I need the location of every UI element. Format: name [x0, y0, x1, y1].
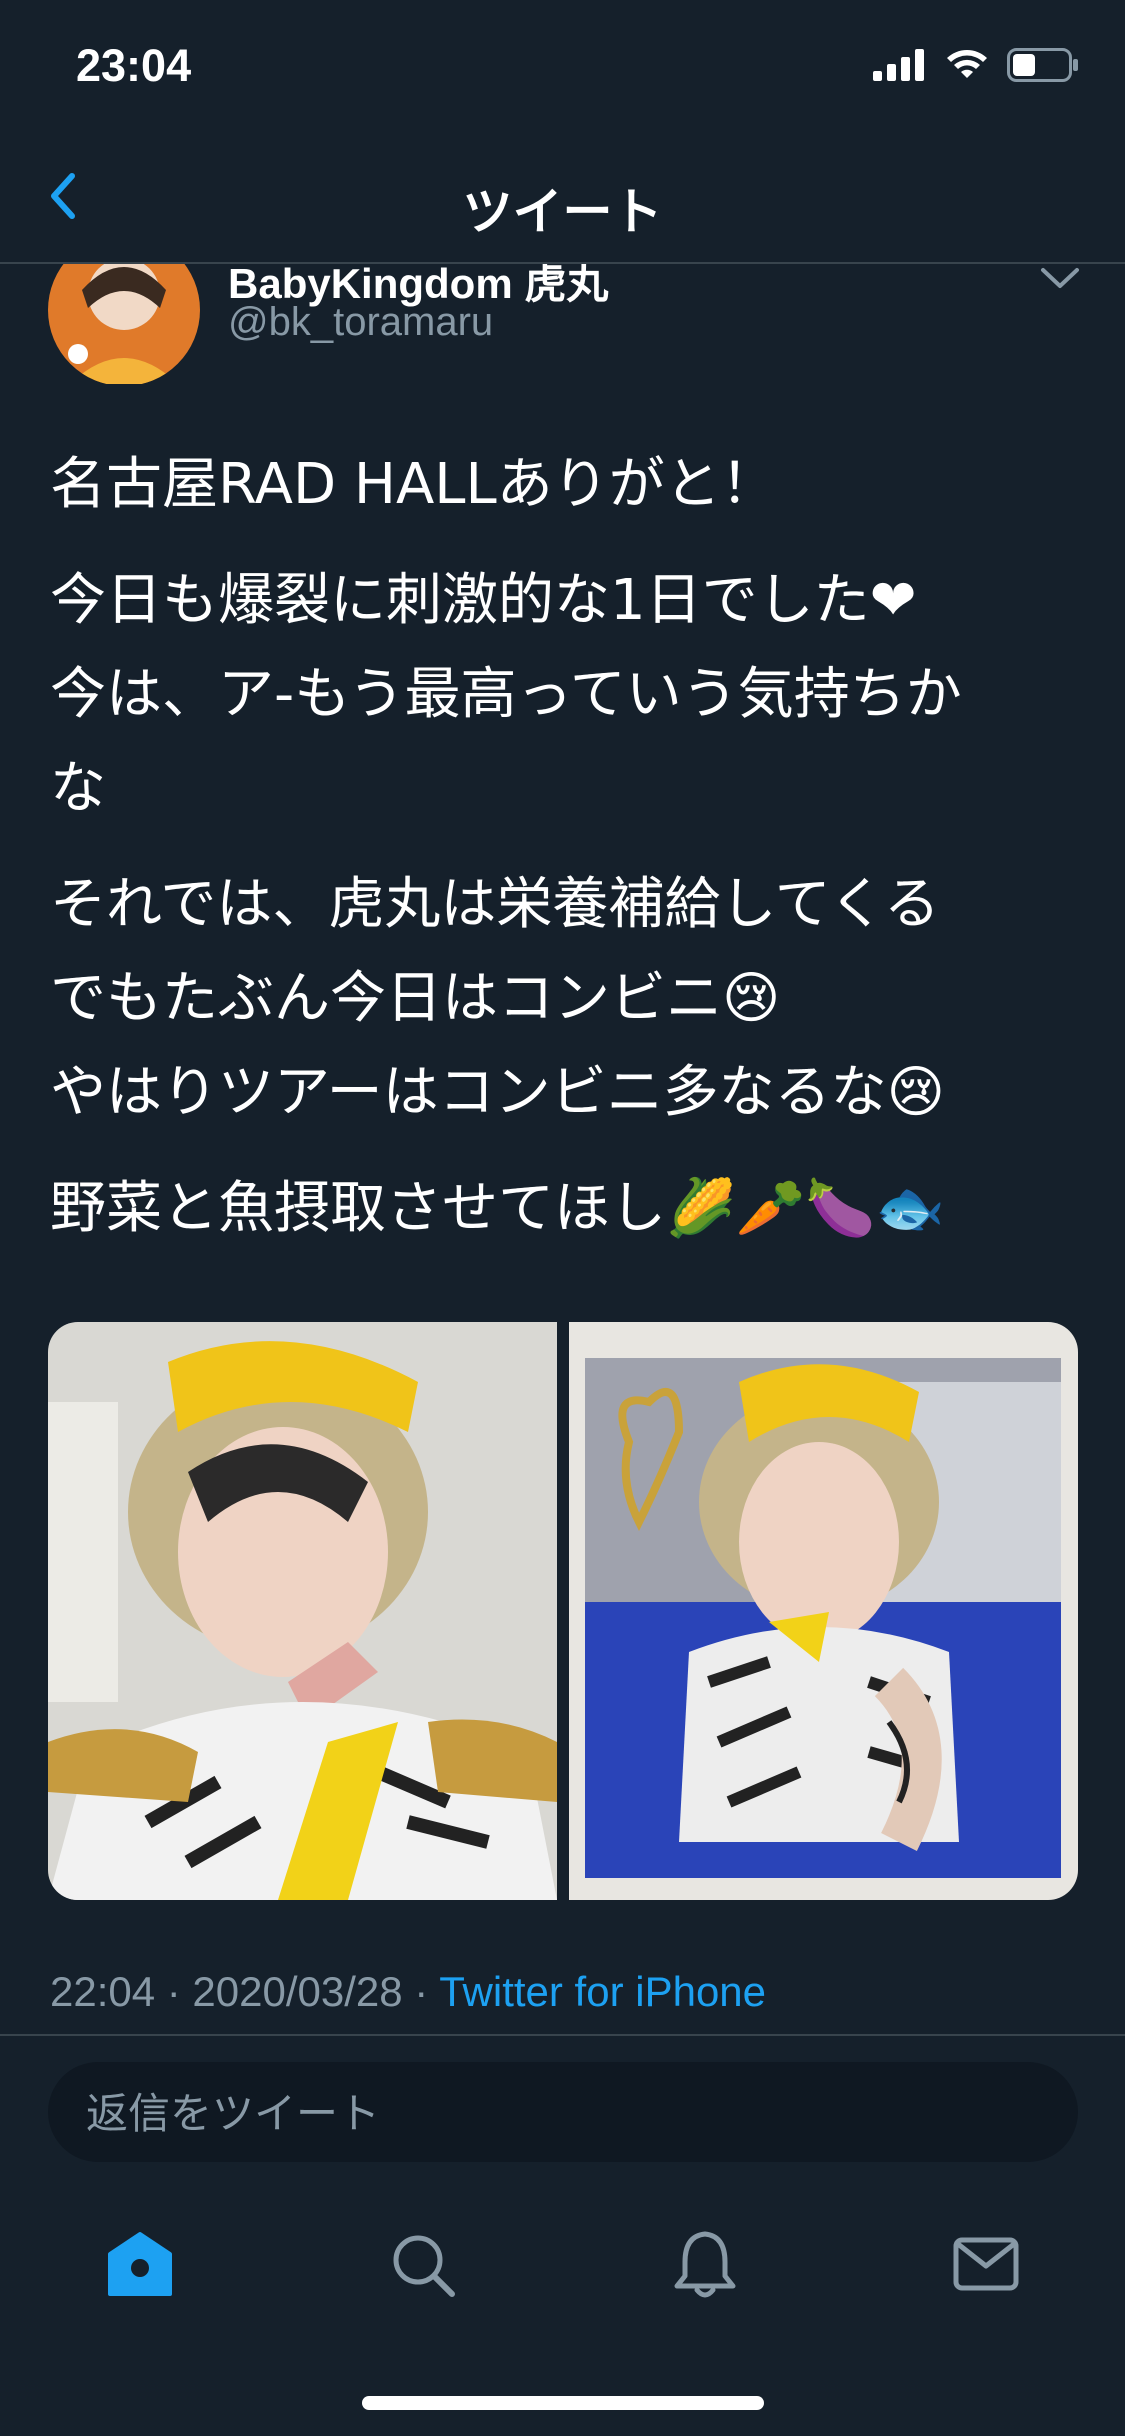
tweet-source-link[interactable]: Twitter for iPhone [439, 1968, 766, 2015]
tweet-photo-2[interactable] [569, 1322, 1078, 1900]
status-icons [873, 48, 1079, 82]
media-grid [48, 1322, 1078, 1900]
wifi-icon [947, 50, 987, 78]
divider [0, 2034, 1125, 2036]
home-indicator[interactable] [362, 2396, 764, 2410]
tweet-paragraph: それでは、虎丸は栄養補給してくる でもたぶん今日はコンビニ😢 やはりツアーはコン… [50, 858, 1090, 1140]
home-icon[interactable] [104, 2228, 176, 2300]
reply-input[interactable] [84, 2062, 1028, 2164]
avatar[interactable] [48, 264, 200, 384]
tweet-paragraph: 今日も爆裂に刺激的な1日でした❤ 今は、ア-もう最高っていう気持ちか な [50, 554, 1090, 836]
page-title: ツイート [462, 183, 663, 241]
battery-icon [1007, 48, 1078, 82]
tweet-meta: 22:04 · 2020/03/28 · Twitter for iPhone [50, 1968, 766, 2016]
tweet-line: でもたぶん今日はコンビニ😢 [50, 966, 781, 1031]
avatar-image [48, 264, 200, 384]
chevron-down-icon[interactable] [1037, 264, 1083, 294]
tweet-line: やはりツアーはコンビニ多なるな😢 [50, 1060, 946, 1125]
tweet-line: 名古屋RAD HALLありがと！ [50, 452, 777, 517]
mail-icon[interactable] [950, 2228, 1022, 2300]
status-bar: 23:04 [0, 0, 1125, 132]
signal-icon [873, 49, 924, 81]
tweet-paragraph: 野菜と魚摂取させてほし🌽🥕🍆🐟 [50, 1162, 1090, 1256]
reply-box[interactable] [48, 2062, 1078, 2164]
nav-bar: ツイート [0, 132, 1125, 264]
tweet-line: な [50, 756, 106, 821]
search-icon[interactable] [386, 2228, 458, 2300]
tweet-paragraph: 名古屋RAD HALLありがと！ [50, 438, 1090, 532]
tweet-line: 野菜と魚摂取させてほし🌽🥕🍆🐟 [50, 1176, 945, 1241]
tweet-photo-1[interactable] [48, 1322, 557, 1900]
author-handle[interactable]: @bk_toramaru [228, 300, 493, 345]
bell-icon[interactable] [669, 2228, 741, 2300]
photo-image [569, 1322, 1078, 1900]
tweet-timestamp: 22:04 · 2020/03/28 · [50, 1968, 440, 2015]
status-time: 23:04 [76, 40, 192, 91]
tweet-line: それでは、虎丸は栄養補給してくる [50, 872, 940, 937]
tweet-line: 今日も爆裂に刺激的な1日でした❤ [50, 568, 917, 633]
tweet-text: 名古屋RAD HALLありがと！ 今日も爆裂に刺激的な1日でした❤ 今は、ア-も… [50, 438, 1090, 1278]
author-row: BabyKingdom 虎丸 @bk_toramaru [0, 264, 1125, 384]
photo-image [48, 1322, 557, 1900]
tweet-line: 今は、ア-もう最高っていう気持ちか [50, 662, 962, 727]
tab-bar [0, 2200, 1125, 2330]
